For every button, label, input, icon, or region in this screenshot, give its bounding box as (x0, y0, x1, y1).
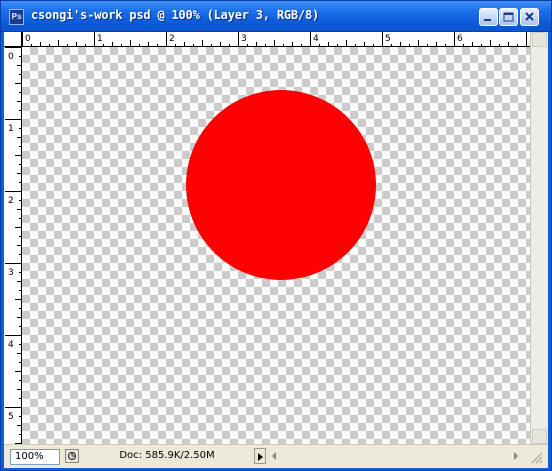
scroll-left-arrow[interactable] (268, 448, 280, 464)
document-canvas[interactable] (22, 47, 530, 444)
maximize-icon (503, 12, 514, 22)
horizontal-ruler-label: 1 (97, 34, 103, 44)
vertical-ruler[interactable]: 0 1 2 3 4 5 (4, 47, 22, 444)
horizontal-ruler-label: 0 (25, 34, 31, 44)
vertical-ruler-label: 5 (8, 412, 14, 422)
zoom-level-field[interactable]: 100% (10, 449, 60, 465)
play-arrow-icon (258, 453, 263, 461)
close-icon (525, 12, 534, 21)
document-window: Ps csongi's-work psd @ 100% (Layer 3, RG… (0, 0, 552, 471)
document-status-icon[interactable] (65, 449, 79, 463)
minimize-icon (484, 19, 491, 21)
vertical-ruler-label: 1 (8, 124, 14, 134)
status-menu-button[interactable] (254, 448, 266, 464)
vertical-ruler-label: 0 (8, 52, 14, 62)
window-title: csongi's-work psd @ 100% (Layer 3, RGB/8… (31, 8, 320, 22)
horizontal-ruler[interactable]: 0 1 2 3 4 5 6 (22, 32, 530, 47)
red-circle-shape[interactable] (186, 90, 376, 280)
maximize-button[interactable] (499, 8, 518, 26)
minimize-button[interactable] (479, 8, 498, 26)
resize-grip-icon[interactable] (526, 449, 544, 465)
title-bar[interactable]: Ps csongi's-work psd @ 100% (Layer 3, RG… (1, 1, 551, 32)
status-bar: 100% Doc: 585.9K/2.50M (4, 444, 548, 468)
scroll-down-arrow[interactable] (532, 429, 547, 444)
vertical-ruler-label: 3 (8, 268, 14, 278)
ruler-origin[interactable] (4, 32, 22, 47)
photoshop-document-icon[interactable]: Ps (9, 9, 24, 25)
horizontal-ruler-label: 5 (385, 34, 391, 44)
document-size-info: Doc: 585.9K/2.50M (119, 450, 215, 461)
scroll-right-arrow[interactable] (510, 448, 522, 464)
vertical-scrollbar[interactable] (530, 32, 548, 444)
horizontal-ruler-label: 4 (313, 34, 319, 44)
vertical-ruler-label: 4 (8, 340, 14, 350)
horizontal-ruler-label: 6 (457, 34, 463, 44)
document-client-area: 0 1 2 3 4 5 6 0 1 2 3 4 5 100% Doc: 585.9K/2.50M (4, 32, 548, 468)
horizontal-ruler-label: 2 (169, 34, 175, 44)
horizontal-scrollbar[interactable] (268, 448, 524, 464)
close-button[interactable] (520, 8, 539, 26)
horizontal-ruler-label: 3 (241, 34, 247, 44)
vertical-ruler-label: 2 (8, 196, 14, 206)
scroll-up-arrow[interactable] (532, 32, 547, 47)
